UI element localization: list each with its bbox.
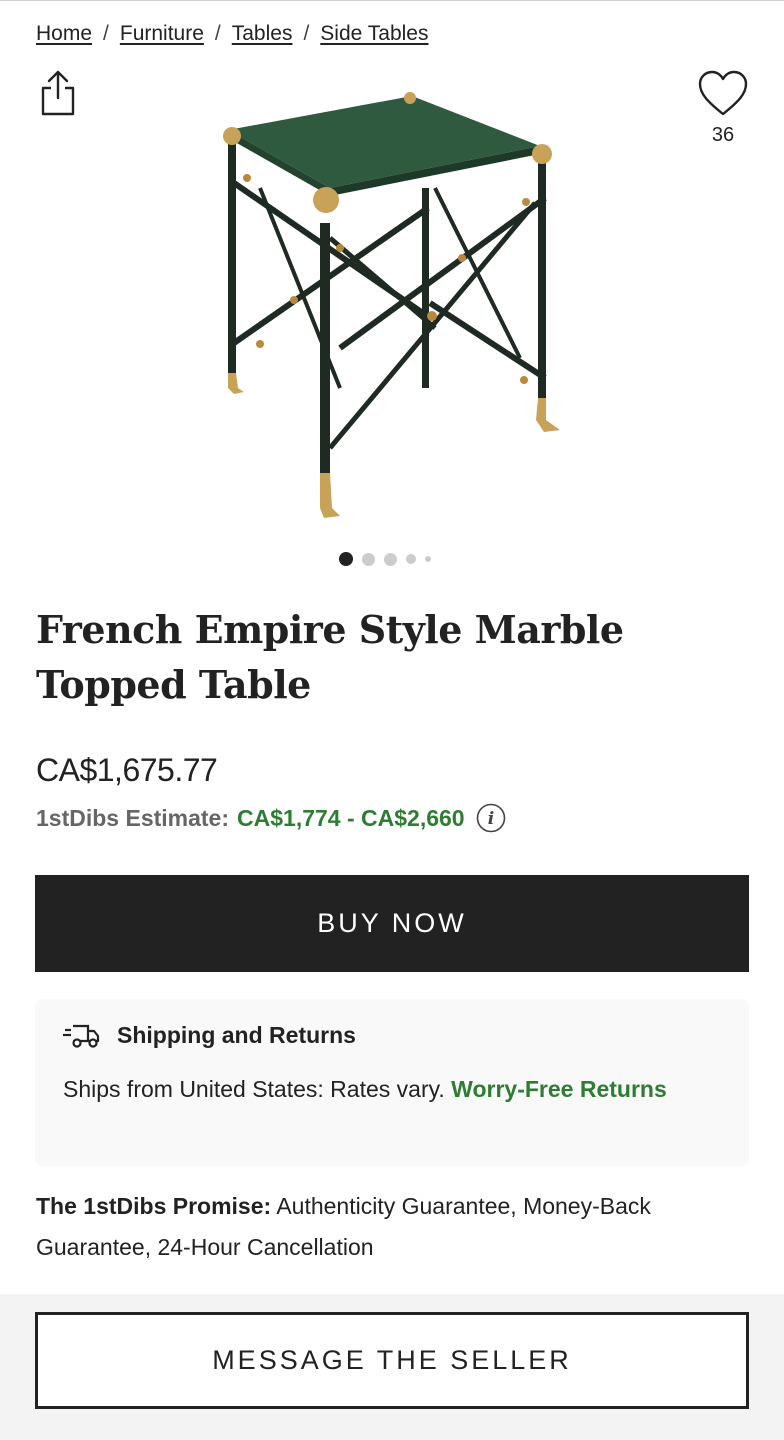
share-button[interactable] xyxy=(38,68,78,118)
carousel-dot[interactable] xyxy=(406,554,416,564)
product-title: French Empire Style Marble Topped Table xyxy=(36,607,624,707)
shipping-returns-panel: Shipping and Returns Ships from United S… xyxy=(35,999,749,1166)
price-estimate: 1stDibs Estimate: CA$1,774 - CA$2,660 i xyxy=(36,803,506,833)
breadcrumb-furniture[interactable]: Furniture xyxy=(120,22,204,46)
buy-now-button[interactable]: BUY NOW xyxy=(35,875,749,972)
shipping-text: Ships from United States: Rates vary. xyxy=(63,1076,445,1102)
top-divider xyxy=(0,0,784,1)
breadcrumb-separator: / xyxy=(303,22,310,45)
image-carousel-dots[interactable] xyxy=(339,552,431,566)
breadcrumb-tables[interactable]: Tables xyxy=(232,22,293,46)
estimate-label: 1stDibs Estimate: xyxy=(36,804,230,831)
product-price: CA$1,675.77 xyxy=(36,752,218,788)
favorite-button[interactable]: 36 xyxy=(694,68,752,158)
promise-statement: The 1stDibs Promise: Authenticity Guaran… xyxy=(36,1186,756,1268)
info-icon[interactable]: i xyxy=(476,803,506,833)
promise-label: The 1stDibs Promise: xyxy=(36,1193,272,1219)
message-seller-button[interactable]: MESSAGE THE SELLER xyxy=(35,1312,749,1409)
worry-free-returns-link[interactable]: Worry-Free Returns xyxy=(451,1076,667,1102)
breadcrumb-home[interactable]: Home xyxy=(36,22,92,46)
favorite-count: 36 xyxy=(711,124,735,146)
carousel-dot[interactable] xyxy=(425,556,431,562)
breadcrumb: Home / Furniture / Tables / Side Tables xyxy=(36,22,429,46)
product-photo-table xyxy=(223,92,560,518)
heart-icon xyxy=(698,70,748,116)
breadcrumb-side-tables[interactable]: Side Tables xyxy=(320,22,428,46)
carousel-dot[interactable] xyxy=(362,552,375,566)
shipping-title: Shipping and Returns xyxy=(117,1021,356,1048)
shipping-truck-icon xyxy=(63,1024,100,1048)
carousel-dot-active[interactable] xyxy=(339,552,353,566)
share-icon xyxy=(41,70,75,116)
svg-text:i: i xyxy=(487,809,493,829)
shipping-header: Shipping and Returns xyxy=(63,1021,356,1049)
shipping-description: Ships from United States: Rates vary. Wo… xyxy=(63,1069,703,1110)
carousel-dot[interactable] xyxy=(384,552,397,566)
breadcrumb-separator: / xyxy=(214,22,221,45)
estimate-value: CA$1,774 - CA$2,660 xyxy=(237,804,465,831)
breadcrumb-separator: / xyxy=(103,22,109,45)
product-image[interactable] xyxy=(200,88,580,528)
